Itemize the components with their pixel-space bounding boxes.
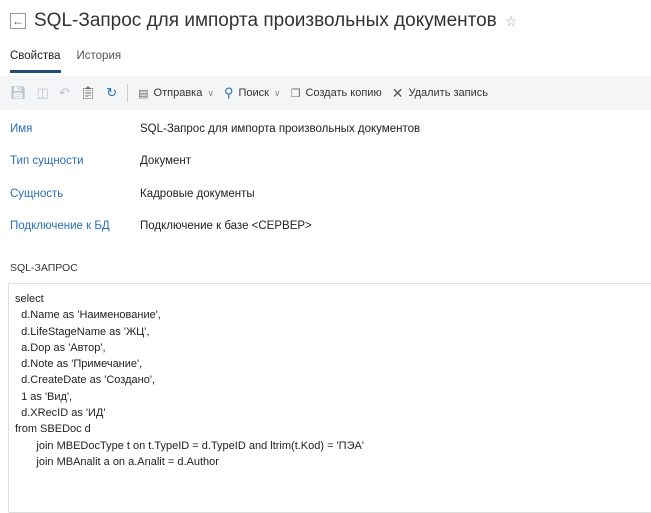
refresh-icon[interactable]: ↻ (106, 85, 117, 101)
send-button[interactable]: ▤ Отправка ∨ (138, 87, 214, 100)
sql-label: SQL-ЗАПРОС (10, 262, 78, 274)
create-copy-button[interactable]: ❐ Создать копию (291, 87, 382, 100)
tabs: Свойства История (10, 50, 121, 73)
field-entity-type: Тип сущности Документ (10, 155, 192, 167)
send-icon: ▤ (138, 87, 149, 100)
copy-icon: ❐ (290, 87, 301, 100)
save-icon[interactable]: 💾︎ (10, 85, 27, 101)
page-header: ← SQL-Запрос для импорта произвольных до… (10, 10, 517, 32)
page-title: SQL-Запрос для импорта произвольных доку… (34, 10, 497, 31)
search-icon: ⚲ (223, 85, 234, 100)
field-entity: Сущность Кадровые документы (10, 188, 255, 200)
arrow-left-icon[interactable]: ← (10, 13, 26, 29)
field-db-connection: Подключение к БД Подключение к базе <СЕР… (10, 220, 312, 232)
search-button[interactable]: ⚲ Поиск ∨ (224, 85, 281, 101)
undo-icon[interactable]: ↶ (59, 85, 70, 101)
field-name: Имя SQL-Запрос для импорта произвольных … (10, 123, 421, 135)
sql-editor[interactable]: select d.Name as 'Наименование', d.LifeS… (8, 283, 651, 513)
toolbar-divider (127, 84, 129, 102)
save-and-close-icon[interactable]: ◫ (37, 85, 49, 101)
clipboard-icon[interactable]: 📋︎ (80, 85, 97, 101)
delete-record-button[interactable]: ✕ Удалить запись (392, 85, 488, 102)
tab-properties[interactable]: Свойства (10, 50, 61, 73)
star-icon[interactable]: ☆ (505, 13, 518, 30)
toolbar: 💾︎ ◫ ↶ 📋︎ ↻ ▤ Отправка ∨ ⚲ Поиск ∨ ❐ Создать … (0, 76, 651, 110)
tab-history[interactable]: История (77, 50, 122, 73)
chevron-down-icon: ∨ (273, 87, 281, 98)
chevron-down-icon: ∨ (207, 87, 214, 98)
close-icon: ✕ (391, 84, 404, 101)
